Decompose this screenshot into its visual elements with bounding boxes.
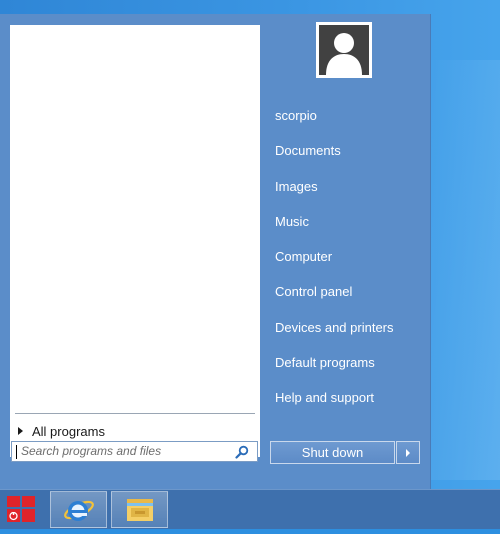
shutdown-button[interactable]: Shut down bbox=[270, 441, 395, 464]
search-placeholder: Search programs and files bbox=[21, 444, 162, 458]
user-name-link[interactable]: scorpio bbox=[275, 108, 317, 123]
expand-arrow-icon bbox=[18, 427, 23, 435]
all-programs-label: All programs bbox=[32, 423, 105, 439]
start-button[interactable] bbox=[0, 490, 44, 530]
menu-item-control-panel[interactable]: Control panel bbox=[275, 284, 352, 299]
user-silhouette-icon bbox=[326, 33, 362, 75]
programs-panel: All programs bbox=[10, 25, 260, 457]
search-input[interactable]: Search programs and files bbox=[11, 441, 258, 462]
programs-divider bbox=[15, 413, 255, 414]
user-avatar[interactable] bbox=[316, 22, 372, 78]
menu-item-help-and-support[interactable]: Help and support bbox=[275, 390, 374, 405]
taskbar-file-explorer-button[interactable] bbox=[111, 491, 168, 528]
shutdown-options-button[interactable] bbox=[396, 441, 420, 464]
shutdown-label: Shut down bbox=[301, 445, 364, 460]
taskbar bbox=[0, 489, 500, 529]
internet-explorer-icon bbox=[63, 500, 94, 521]
menu-item-computer[interactable]: Computer bbox=[275, 249, 332, 264]
taskbar-internet-explorer-button[interactable] bbox=[50, 491, 107, 528]
menu-item-music[interactable]: Music bbox=[275, 214, 309, 229]
chevron-right-icon bbox=[406, 448, 410, 457]
text-caret bbox=[16, 445, 17, 459]
file-explorer-icon bbox=[126, 498, 153, 521]
windows-start-icon bbox=[7, 496, 35, 522]
menu-item-devices-and-printers[interactable]: Devices and printers bbox=[275, 320, 394, 335]
start-menu: All programs bbox=[0, 14, 431, 489]
menu-item-documents[interactable]: Documents bbox=[275, 143, 341, 158]
all-programs-button[interactable]: All programs bbox=[15, 422, 105, 440]
search-icon[interactable] bbox=[235, 445, 249, 459]
menu-item-default-programs[interactable]: Default programs bbox=[275, 355, 375, 370]
menu-item-images[interactable]: Images bbox=[275, 179, 318, 194]
